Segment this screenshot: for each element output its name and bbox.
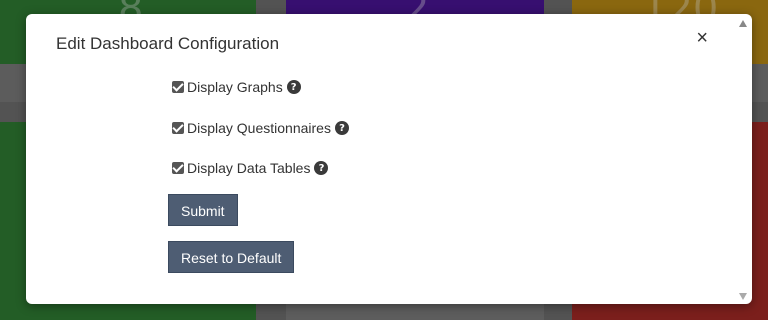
- help-icon[interactable]: ?: [314, 161, 329, 175]
- option-label: Display Data Tables: [187, 160, 311, 176]
- edit-dashboard-modal: Edit Dashboard Configuration × Display G…: [26, 14, 752, 304]
- option-display-data-tables: Display Data Tables ?: [172, 160, 329, 176]
- checkbox-display-questionnaires[interactable]: [172, 122, 184, 134]
- checkbox-display-graphs[interactable]: [172, 81, 184, 93]
- modal-scrollbar[interactable]: [736, 20, 750, 300]
- scroll-down-icon[interactable]: [739, 293, 747, 300]
- option-label: Display Questionnaires: [187, 120, 331, 136]
- option-display-graphs: Display Graphs ?: [172, 79, 301, 95]
- option-label: Display Graphs: [187, 79, 283, 95]
- reset-to-default-button[interactable]: Reset to Default: [168, 241, 295, 273]
- checkbox-display-data-tables[interactable]: [172, 162, 184, 174]
- close-button[interactable]: ×: [696, 28, 708, 48]
- option-display-questionnaires: Display Questionnaires ?: [172, 120, 349, 136]
- help-icon[interactable]: ?: [334, 121, 349, 135]
- scroll-up-icon[interactable]: [739, 20, 747, 27]
- help-icon[interactable]: ?: [286, 80, 301, 94]
- submit-button[interactable]: Submit: [168, 194, 238, 226]
- modal-title: Edit Dashboard Configuration: [56, 34, 280, 53]
